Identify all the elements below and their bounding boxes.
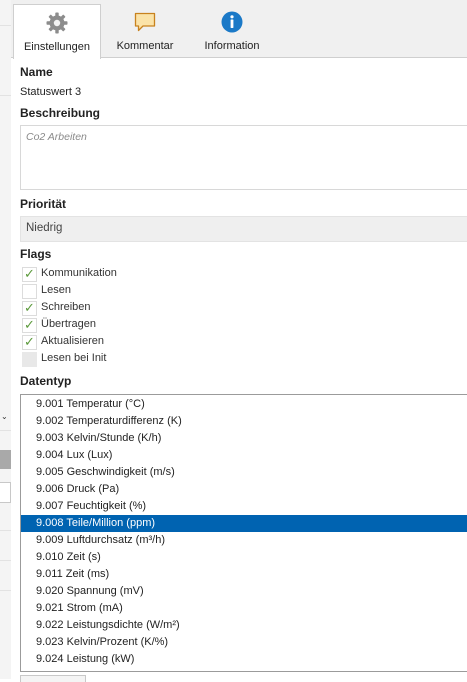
check-icon: ✓ xyxy=(24,300,35,315)
checkbox-checked[interactable]: ✓ xyxy=(22,334,37,350)
checkbox-checked[interactable]: ✓ xyxy=(22,317,37,333)
datatype-item[interactable]: 9.011 Zeit (ms) xyxy=(21,566,467,583)
tab-kommentar[interactable]: Kommentar xyxy=(103,4,187,57)
left-pane-field[interactable] xyxy=(0,482,11,503)
tab-label: Einstellungen xyxy=(23,41,91,53)
datatype-item[interactable]: 9.001 Temperatur (°C) xyxy=(21,396,467,413)
description-placeholder: Co2 Arbeiten xyxy=(26,131,87,143)
description-label: Beschreibung xyxy=(20,106,101,120)
tab-label: Kommentar xyxy=(116,40,174,52)
tab-bar: Einstellungen Kommentar Information xyxy=(11,0,467,59)
checkbox-disabled xyxy=(22,352,37,367)
datatype-label: Datentyp xyxy=(20,374,72,388)
tab-label: Information xyxy=(204,40,260,52)
left-pane-selected-row[interactable] xyxy=(0,450,11,469)
settings-panel: Name Statuswert 3 Beschreibung Co2 Arbei… xyxy=(11,58,467,682)
comment-icon xyxy=(134,12,156,32)
datatype-item[interactable]: 9.003 Kelvin/Stunde (K/h) xyxy=(21,430,467,447)
name-value[interactable]: Statuswert 3 xyxy=(20,86,81,98)
datatype-item[interactable]: 9.005 Geschwindigkeit (m/s) xyxy=(21,464,467,481)
datatype-item[interactable]: 9.009 Luftdurchsatz (m³/h) xyxy=(21,532,467,549)
datatype-item[interactable]: 9.020 Spannung (mV) xyxy=(21,583,467,600)
description-field[interactable]: Co2 Arbeiten xyxy=(20,125,467,190)
tab-einstellungen[interactable]: Einstellungen xyxy=(13,4,101,59)
datatype-item[interactable]: 9.022 Leistungsdichte (W/m²) xyxy=(21,617,467,634)
priority-value: Niedrig xyxy=(26,222,63,234)
info-icon xyxy=(221,11,243,33)
datatype-item[interactable]: 9.007 Feuchtigkeit (%) xyxy=(21,498,467,515)
datatype-item-selected[interactable]: 9.008 Teile/Million (ppm) xyxy=(21,515,467,532)
gear-icon xyxy=(46,12,68,34)
datatype-item[interactable]: 9.004 Lux (Lux) xyxy=(21,447,467,464)
datatype-item[interactable]: 9.023 Kelvin/Prozent (K/%) xyxy=(21,634,467,651)
checkbox-unchecked[interactable] xyxy=(22,284,37,299)
name-label: Name xyxy=(20,65,53,79)
checkbox-checked[interactable]: ✓ xyxy=(22,266,37,282)
datatype-item[interactable]: 9.006 Druck (Pa) xyxy=(21,481,467,498)
datatype-listbox[interactable]: 9.001 Temperatur (°C) 9.002 Temperaturdi… xyxy=(20,394,467,672)
checkbox-checked[interactable]: ✓ xyxy=(22,300,37,316)
priority-select[interactable]: Niedrig xyxy=(20,216,467,242)
datatype-item[interactable]: 9.010 Zeit (s) xyxy=(21,549,467,566)
priority-label: Priorität xyxy=(20,197,67,211)
datatype-item[interactable]: 9.024 Leistung (kW) xyxy=(21,651,467,668)
datatype-item[interactable]: 9.002 Temperaturdifferenz (K) xyxy=(21,413,467,430)
check-icon: ✓ xyxy=(24,334,35,349)
check-icon: ✓ xyxy=(24,266,35,281)
check-icon: ✓ xyxy=(24,317,35,332)
tab-information[interactable]: Information xyxy=(191,4,273,57)
datatype-item[interactable]: 9.021 Strom (mA) xyxy=(21,600,467,617)
chevron-down-icon[interactable]: ⌄ xyxy=(1,412,8,421)
flags-label: Flags xyxy=(20,247,52,261)
